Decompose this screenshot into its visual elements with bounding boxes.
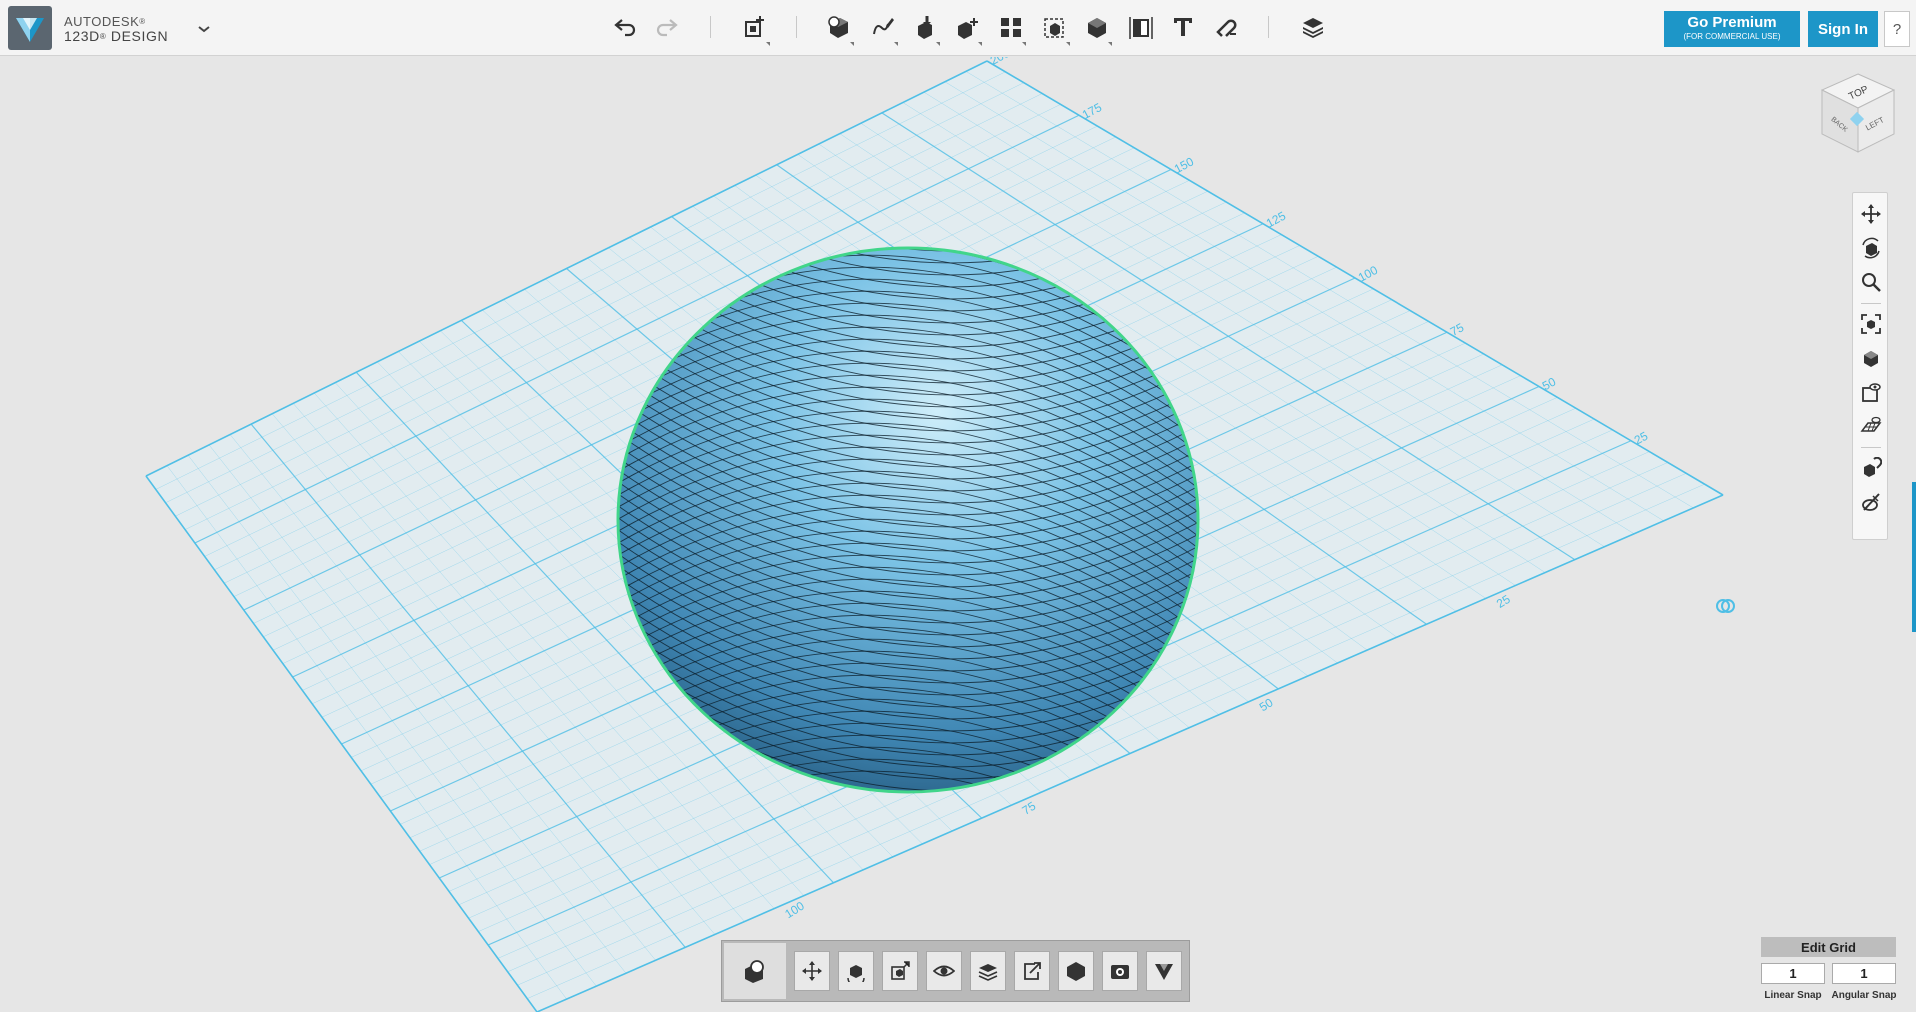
export-button[interactable]: [1014, 951, 1050, 991]
linear-snap-label: Linear Snap: [1764, 990, 1822, 1001]
view-cube[interactable]: TOP BACK LEFT: [1818, 70, 1898, 156]
construct-icon: [918, 16, 932, 39]
orbit-view-button[interactable]: [838, 951, 874, 991]
fit-icon: [1861, 314, 1881, 334]
material-icon: [1303, 18, 1323, 38]
snap-icon: [1216, 19, 1237, 37]
text-icon: [1174, 18, 1192, 36]
measure-button[interactable]: [1124, 12, 1158, 42]
redo-button[interactable]: [650, 12, 684, 42]
visibility-button[interactable]: [1858, 379, 1884, 405]
brand-company: AUTODESK®: [64, 14, 146, 29]
layers-icon: [978, 964, 998, 981]
grouping-icon: [1044, 18, 1064, 38]
app-window: AUTODESK® 123D® DESIGN Go Premium (FOR C…: [0, 0, 1916, 1012]
side-panel-tab[interactable]: [1912, 482, 1916, 632]
solid-icon: [1067, 962, 1085, 981]
orbit-button[interactable]: [1858, 235, 1884, 261]
redo-icon: [656, 19, 678, 37]
grid-button[interactable]: [1858, 413, 1884, 439]
object-snap-icon: [1864, 457, 1882, 477]
transform-button[interactable]: [738, 12, 772, 46]
primitives-button[interactable]: [822, 12, 856, 46]
fit-button[interactable]: [1858, 311, 1884, 337]
materials-outline-button[interactable]: [1858, 489, 1884, 515]
fit-selection-icon: [891, 961, 910, 980]
brand-product: 123D® DESIGN: [64, 28, 169, 44]
help-button[interactable]: ?: [1884, 11, 1910, 47]
move-icon: [802, 961, 822, 981]
layers-button[interactable]: [970, 951, 1006, 991]
modify-icon: [958, 18, 978, 39]
brand-name: AUTODESK® 123D® DESIGN: [64, 14, 168, 44]
text-button[interactable]: [1166, 12, 1200, 42]
orbit-icon: [1862, 237, 1880, 259]
zoom-button[interactable]: [1858, 269, 1884, 295]
toolbar-separator: [1268, 16, 1269, 38]
camera-icon: [1111, 965, 1129, 979]
orbit-view-icon: [847, 965, 865, 982]
move-button[interactable]: [794, 951, 830, 991]
sign-in-button[interactable]: Sign In: [1808, 11, 1878, 47]
visual-style-icon: [1155, 964, 1173, 980]
scene-canvas[interactable]: 200175150125100755025255075100: [0, 57, 1916, 1012]
nav-separator: [1861, 303, 1881, 304]
toolbar-separator: [796, 16, 797, 38]
transform-icon: [745, 16, 764, 37]
pattern-icon: [1001, 18, 1021, 37]
app-menu-chevron-down-icon[interactable]: [196, 22, 212, 36]
materials-outline-icon: [1862, 493, 1880, 511]
primitives-quick-button[interactable]: [724, 943, 786, 999]
top-toolbar: AUTODESK® 123D® DESIGN Go Premium (FOR C…: [0, 0, 1916, 56]
toolbar-separator: [710, 16, 711, 38]
combine-icon: [1088, 18, 1106, 38]
grid-label: 25: [1494, 592, 1513, 611]
primitives-quick-icon: [745, 960, 764, 983]
undo-button[interactable]: [608, 12, 642, 42]
modify-button[interactable]: [950, 12, 984, 46]
measure-icon: [1129, 17, 1153, 39]
bottom-toolbar: [721, 940, 1190, 1002]
pan-button[interactable]: [1858, 201, 1884, 227]
solid-button[interactable]: [1058, 951, 1094, 991]
eye-icon: [933, 965, 955, 977]
sketch-icon: [873, 18, 894, 35]
pattern-button[interactable]: [994, 12, 1028, 46]
origin-marker-icon[interactable]: [1716, 599, 1735, 613]
grid-label: 75: [1020, 799, 1039, 818]
view-button[interactable]: [1858, 345, 1884, 371]
navigation-bar: [1852, 192, 1888, 540]
eye-button[interactable]: [926, 951, 962, 991]
undo-icon: [614, 19, 636, 37]
snap-button[interactable]: [1210, 12, 1244, 42]
go-premium-label: Go Premium: [1687, 14, 1777, 31]
nav-separator: [1861, 447, 1881, 448]
go-premium-sublabel: (FOR COMMERCIAL USE): [1683, 32, 1781, 41]
material-button[interactable]: [1296, 12, 1330, 42]
edit-grid-button[interactable]: Edit Grid: [1761, 937, 1896, 957]
construct-button[interactable]: [908, 12, 942, 46]
angular-snap-label: Angular Snap: [1831, 990, 1897, 1001]
app-logo-icon[interactable]: [8, 6, 52, 50]
visual-style-button[interactable]: [1146, 951, 1182, 991]
grid-label: 50: [1257, 695, 1276, 714]
angular-snap-input[interactable]: [1832, 963, 1896, 984]
go-premium-button[interactable]: Go Premium (FOR COMMERCIAL USE): [1664, 11, 1800, 47]
camera-button[interactable]: [1102, 951, 1138, 991]
zoom-icon: [1862, 273, 1881, 292]
sketch-button[interactable]: [866, 12, 900, 46]
combine-button[interactable]: [1080, 12, 1114, 46]
export-icon: [1024, 962, 1041, 980]
view-icon: [1864, 351, 1878, 367]
fit-selection-button[interactable]: [882, 951, 918, 991]
primitives-icon: [828, 16, 848, 38]
sphere-solid[interactable]: [618, 248, 1198, 792]
pan-icon: [1861, 204, 1881, 224]
3d-viewport[interactable]: 200175150125100755025255075100: [0, 57, 1916, 1012]
grouping-button[interactable]: [1038, 12, 1072, 46]
linear-snap-input[interactable]: [1761, 963, 1825, 984]
object-snap-button[interactable]: [1858, 455, 1884, 481]
visibility-icon: [1862, 383, 1881, 402]
grid-icon: [1860, 416, 1882, 432]
